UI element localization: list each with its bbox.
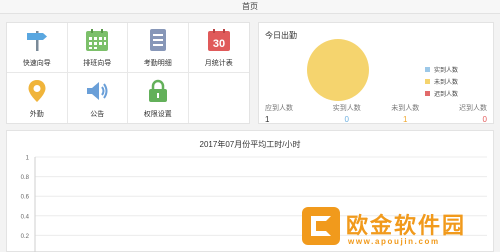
stat-label: 实到人数 [332, 105, 361, 112]
y-tick-label: 0.2 [21, 234, 30, 240]
list-document-icon [149, 29, 166, 51]
field-work-tile[interactable]: 外勤 [7, 73, 68, 123]
attendance-pie-chart [307, 39, 369, 101]
legend-label: 迟到人数 [434, 91, 459, 98]
tile-label: 排班向导 [83, 60, 112, 67]
tile-label: 月统计表 [204, 60, 233, 67]
y-tick-label: 1 [26, 156, 30, 162]
stat-late: 迟到人数 0 [435, 103, 494, 124]
shift-guide-tile[interactable]: 排班向导 [67, 23, 128, 73]
attendance-detail-tile[interactable]: 考勤明细 [128, 23, 189, 73]
stat-value: 0 [482, 115, 487, 124]
stat-absent: 未到人数 1 [376, 103, 435, 124]
stat-expected: 应到人数 1 [259, 103, 318, 124]
y-tick-label: 0.6 [21, 195, 30, 201]
stat-label: 应到人数 [265, 105, 293, 112]
stat-value: 0 [344, 115, 349, 124]
calendar-grid-icon [86, 29, 109, 51]
monthly-stats-tile[interactable]: 30 月统计表 [188, 23, 249, 73]
attendance-stats: 应到人数 1 实到人数 0 未到人数 1 迟到人数 0 [259, 103, 493, 124]
y-tick-label: 0.8 [21, 175, 30, 181]
tile-label: 权限设置 [143, 110, 172, 118]
stat-label: 迟到人数 [459, 105, 487, 112]
page-title: 首页 [242, 2, 258, 11]
tile-label: 快速向导 [22, 60, 51, 67]
panel-title: 今日出勤 [265, 31, 297, 40]
legend-label: 实到人数 [434, 67, 459, 74]
quick-access-panel: 快速向导 排班向导 考勤明细 30 月统计表 外勤 公告 权限设置 [6, 22, 250, 124]
pie-legend: 实到人数 未到人数 迟到人数 [425, 63, 458, 99]
legend-item: 实到人数 [425, 63, 458, 75]
watermark-text: 欧金软件园 [346, 214, 467, 239]
legend-item: 迟到人数 [425, 87, 458, 99]
empty-tile [189, 73, 250, 123]
permission-settings-tile[interactable]: 权限设置 [128, 73, 189, 123]
location-pin-icon [28, 79, 46, 102]
stat-label: 未到人数 [391, 105, 420, 112]
tile-label: 外勤 [29, 110, 44, 118]
calendar-30-icon: 30 [207, 29, 230, 51]
quick-guide-tile[interactable]: 快速向导 [7, 23, 68, 73]
stat-present: 实到人数 0 [318, 103, 377, 124]
y-tick-label: 0.4 [21, 214, 30, 220]
watermark-logo-icon [302, 207, 340, 245]
legend-swatch [425, 66, 430, 72]
tile-label: 公告 [90, 110, 105, 118]
announcement-tile[interactable]: 公告 [68, 73, 128, 123]
legend-item: 未到人数 [425, 75, 458, 87]
signpost-icon [26, 31, 47, 51]
watermark-logo: 欧金软件园 www.apoujin.com [300, 205, 500, 252]
today-attendance-panel: 今日出勤 实到人数 未到人数 迟到人数 应到人数 1 实到人数 0 未到人数 1… [258, 22, 494, 124]
svg-text:30: 30 [213, 38, 225, 50]
legend-swatch [425, 78, 430, 84]
top-bar: 首页 [0, 0, 500, 14]
stat-value: 1 [265, 115, 270, 124]
lock-icon [148, 79, 167, 102]
speaker-icon [87, 81, 108, 100]
watermark-url: www.apoujin.com [348, 237, 440, 246]
legend-label: 未到人数 [434, 79, 459, 86]
legend-swatch [425, 90, 430, 96]
tile-label: 考勤明细 [143, 60, 172, 67]
stat-value: 1 [403, 115, 408, 124]
